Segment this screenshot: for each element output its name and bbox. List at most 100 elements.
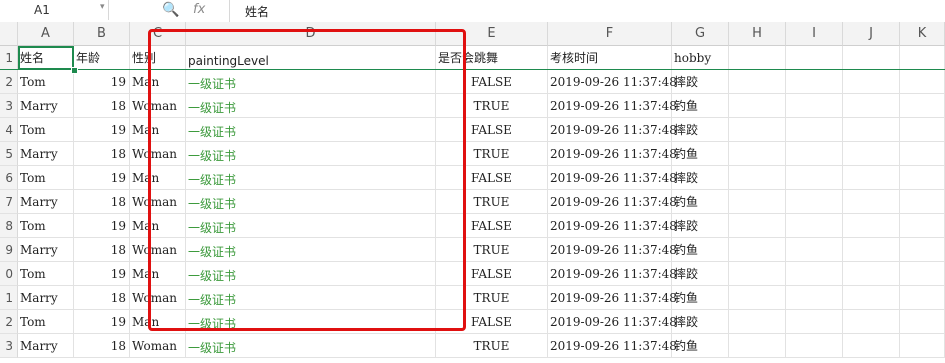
row-header[interactable]: 6 bbox=[0, 166, 18, 190]
table-cell[interactable]: 18 bbox=[74, 142, 130, 166]
table-cell[interactable] bbox=[843, 118, 900, 142]
table-cell[interactable] bbox=[786, 262, 843, 286]
table-cell[interactable]: TRUE bbox=[436, 334, 548, 358]
formula-input[interactable]: 姓名 bbox=[245, 3, 269, 20]
row-header[interactable]: 2 bbox=[0, 310, 18, 334]
table-cell[interactable] bbox=[786, 310, 843, 334]
header-cell[interactable]: 考核时间 bbox=[548, 46, 672, 70]
table-cell[interactable] bbox=[843, 262, 900, 286]
row-header[interactable]: 1 bbox=[0, 46, 18, 70]
table-cell[interactable]: Marry bbox=[18, 190, 74, 214]
table-cell[interactable] bbox=[729, 214, 786, 238]
table-cell[interactable]: 钓鱼 bbox=[672, 334, 729, 358]
header-cell[interactable] bbox=[729, 46, 786, 70]
table-cell[interactable]: Tom bbox=[18, 214, 74, 238]
row-header[interactable]: 3 bbox=[0, 334, 18, 358]
table-cell[interactable] bbox=[729, 262, 786, 286]
table-cell[interactable]: Tom bbox=[18, 70, 74, 94]
column-header-b[interactable]: B bbox=[74, 22, 130, 46]
table-cell[interactable]: Tom bbox=[18, 310, 74, 334]
table-cell[interactable] bbox=[729, 118, 786, 142]
table-cell[interactable]: 摔跤 bbox=[672, 310, 729, 334]
table-cell[interactable]: 钓鱼 bbox=[672, 238, 729, 262]
table-cell[interactable] bbox=[900, 334, 945, 358]
table-cell[interactable]: 摔跤 bbox=[672, 70, 729, 94]
table-cell[interactable] bbox=[843, 94, 900, 118]
table-cell[interactable] bbox=[900, 262, 945, 286]
table-cell[interactable]: Marry bbox=[18, 334, 74, 358]
row-header[interactable]: 7 bbox=[0, 190, 18, 214]
row-header[interactable]: 0 bbox=[0, 262, 18, 286]
table-cell[interactable] bbox=[786, 214, 843, 238]
header-cell[interactable] bbox=[900, 46, 945, 70]
table-cell[interactable] bbox=[843, 310, 900, 334]
table-cell[interactable]: 19 bbox=[74, 262, 130, 286]
table-cell[interactable]: 19 bbox=[74, 214, 130, 238]
table-cell[interactable] bbox=[843, 238, 900, 262]
table-cell[interactable]: Marry bbox=[18, 286, 74, 310]
table-cell[interactable] bbox=[729, 310, 786, 334]
table-cell[interactable]: 18 bbox=[74, 238, 130, 262]
table-cell[interactable]: 钓鱼 bbox=[672, 190, 729, 214]
table-cell[interactable] bbox=[900, 310, 945, 334]
table-cell[interactable] bbox=[900, 94, 945, 118]
row-header[interactable]: 2 bbox=[0, 70, 18, 94]
table-cell[interactable] bbox=[900, 142, 945, 166]
table-cell[interactable]: 摔跤 bbox=[672, 166, 729, 190]
column-header-f[interactable]: F bbox=[548, 22, 672, 46]
table-cell[interactable] bbox=[729, 190, 786, 214]
table-cell[interactable]: 19 bbox=[74, 166, 130, 190]
row-header[interactable]: 9 bbox=[0, 238, 18, 262]
fx-icon[interactable]: fx bbox=[193, 2, 205, 17]
column-header-h[interactable]: H bbox=[729, 22, 786, 46]
table-cell[interactable]: 摔跤 bbox=[672, 262, 729, 286]
table-cell[interactable]: Woman bbox=[130, 334, 186, 358]
table-cell[interactable] bbox=[786, 238, 843, 262]
header-cell[interactable]: 年龄 bbox=[74, 46, 130, 70]
table-cell[interactable] bbox=[786, 190, 843, 214]
table-cell[interactable]: 2019-09-26 11:37:48 bbox=[548, 238, 677, 262]
table-cell[interactable]: 2019-09-26 11:37:48 bbox=[548, 190, 677, 214]
table-cell[interactable]: Marry bbox=[18, 238, 74, 262]
table-cell[interactable]: 一级证书 bbox=[186, 334, 436, 358]
table-cell[interactable]: Tom bbox=[18, 166, 74, 190]
table-cell[interactable]: 2019-09-26 11:37:48 bbox=[548, 334, 677, 358]
table-cell[interactable] bbox=[843, 190, 900, 214]
table-cell[interactable] bbox=[843, 214, 900, 238]
table-cell[interactable]: 钓鱼 bbox=[672, 286, 729, 310]
table-cell[interactable]: 18 bbox=[74, 334, 130, 358]
row-header[interactable]: 3 bbox=[0, 94, 18, 118]
table-cell[interactable]: Marry bbox=[18, 94, 74, 118]
table-cell[interactable] bbox=[900, 118, 945, 142]
table-cell[interactable]: 19 bbox=[74, 310, 130, 334]
table-cell[interactable] bbox=[729, 238, 786, 262]
table-cell[interactable]: Tom bbox=[18, 262, 74, 286]
chevron-down-icon[interactable]: ▾ bbox=[100, 2, 105, 12]
table-cell[interactable]: 2019-09-26 11:37:48 bbox=[548, 286, 677, 310]
table-cell[interactable] bbox=[786, 166, 843, 190]
table-cell[interactable] bbox=[900, 166, 945, 190]
table-cell[interactable] bbox=[843, 166, 900, 190]
table-cell[interactable]: 2019-09-26 11:37:48 bbox=[548, 118, 677, 142]
table-cell[interactable]: 2019-09-26 11:37:48 bbox=[548, 142, 677, 166]
table-cell[interactable] bbox=[729, 286, 786, 310]
table-cell[interactable]: 2019-09-26 11:37:48 bbox=[548, 94, 677, 118]
table-cell[interactable] bbox=[786, 142, 843, 166]
table-cell[interactable] bbox=[900, 70, 945, 94]
row-header[interactable]: 4 bbox=[0, 118, 18, 142]
row-header[interactable]: 1 bbox=[0, 286, 18, 310]
table-cell[interactable] bbox=[900, 214, 945, 238]
column-header-a[interactable]: A bbox=[18, 22, 74, 46]
table-cell[interactable]: 19 bbox=[74, 70, 130, 94]
table-cell[interactable] bbox=[729, 70, 786, 94]
table-cell[interactable]: 钓鱼 bbox=[672, 142, 729, 166]
fill-handle[interactable] bbox=[71, 67, 78, 74]
table-cell[interactable] bbox=[900, 190, 945, 214]
column-header-g[interactable]: G bbox=[672, 22, 729, 46]
table-cell[interactable]: 18 bbox=[74, 190, 130, 214]
table-cell[interactable]: 2019-09-26 11:37:48 bbox=[548, 262, 677, 286]
table-cell[interactable] bbox=[843, 142, 900, 166]
table-cell[interactable]: 摔跤 bbox=[672, 214, 729, 238]
table-cell[interactable] bbox=[843, 334, 900, 358]
zoom-icon[interactable]: 🔍 bbox=[162, 2, 179, 18]
